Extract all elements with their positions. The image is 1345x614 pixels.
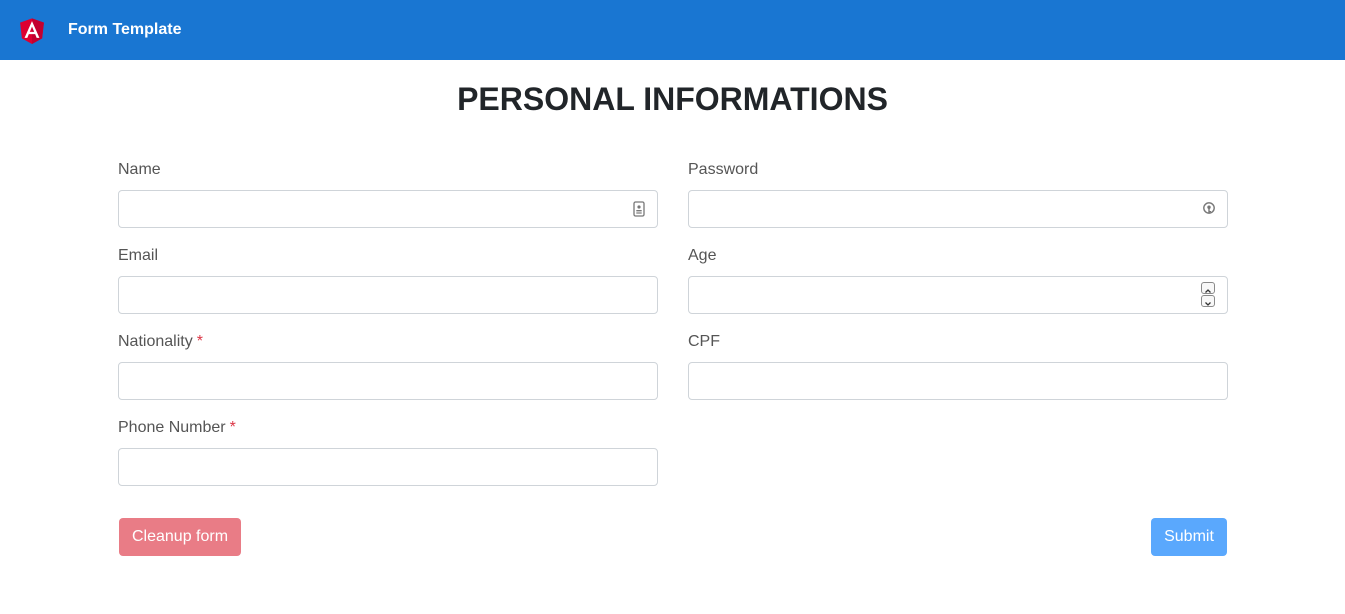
nationality-label: Nationality *: [118, 333, 203, 350]
submit-button[interactable]: Submit: [1151, 518, 1227, 556]
email-input[interactable]: [118, 276, 658, 314]
name-input[interactable]: [118, 190, 658, 228]
cpf-label: CPF: [688, 333, 720, 350]
chevron-down-icon: [1205, 302, 1211, 306]
age-label: Age: [688, 247, 717, 264]
name-label: Name: [118, 161, 161, 178]
phone-label: Phone Number *: [118, 419, 236, 436]
angular-logo-icon[interactable]: [16, 14, 48, 47]
phone-input[interactable]: [118, 448, 658, 486]
stepper-down-button[interactable]: [1201, 295, 1215, 307]
age-stepper[interactable]: [1201, 282, 1215, 308]
email-label: Email: [118, 247, 159, 264]
required-asterisk: *: [196, 333, 203, 350]
top-navbar: Form Template: [0, 0, 1345, 60]
password-input[interactable]: [688, 190, 1228, 228]
cpf-input[interactable]: [688, 362, 1228, 400]
page-title: PERSONAL INFORMATIONS: [457, 81, 888, 117]
app-brand-title[interactable]: Form Template: [68, 21, 182, 39]
required-asterisk: *: [229, 419, 236, 436]
nationality-input[interactable]: [118, 362, 658, 400]
age-input[interactable]: [688, 276, 1228, 314]
stepper-up-button[interactable]: [1201, 282, 1215, 294]
cleanup-form-button[interactable]: Cleanup form: [119, 518, 241, 556]
password-label: Password: [688, 161, 759, 178]
